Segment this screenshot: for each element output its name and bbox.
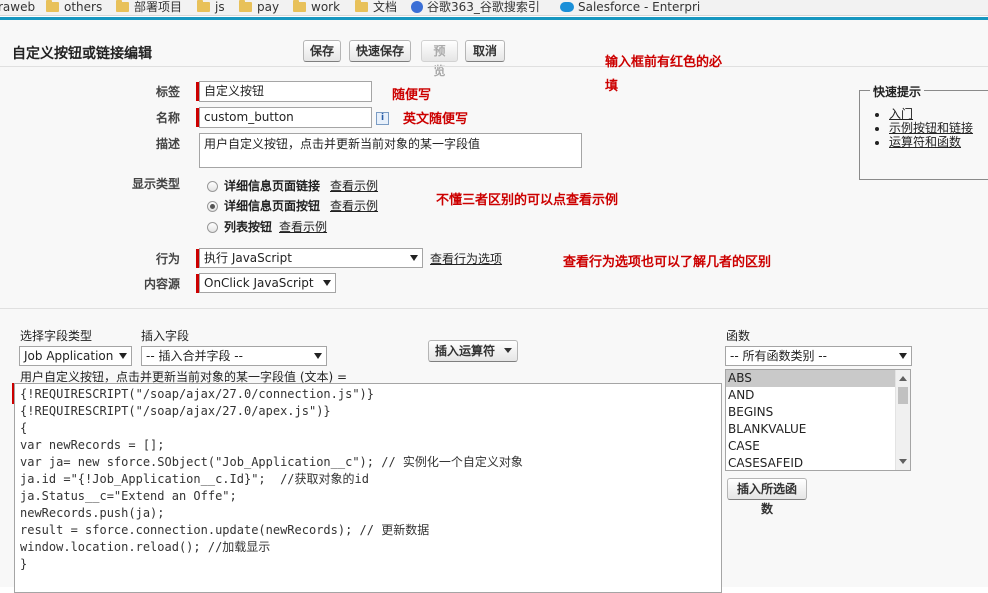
description-textarea[interactable]: 用户自定义按钮，点击并更新当前对象的某一字段值 [199,133,582,168]
quick-tips-list: 入门 示例按钮和链接 运算符和函数 [860,107,973,149]
code-line: {!REQUIRESCRIPT("/soap/ajax/27.0/apex.js… [20,404,331,418]
code-line: result = sforce.connection.update(newRec… [20,523,430,537]
function-item[interactable]: ABS [726,370,896,387]
chevron-down-icon [119,353,127,359]
annotation-name: 英文随便写 [403,112,469,127]
display-type-radio-detail-link[interactable] [207,181,218,192]
function-item[interactable]: BLANKVALUE [726,421,896,438]
chevron-down-icon [504,348,512,353]
annotation-behavior: 查看行为选项也可以了解几者的区别 [563,255,772,270]
insert-operator-button[interactable]: 插入运算符 [428,340,518,362]
section-divider [0,308,988,309]
annotation-display-type: 不懂三者区别的可以点查看示例 [436,193,619,208]
bookmark-google-363[interactable]: 谷歌363_谷歌搜索引 [411,0,540,15]
view-example-link[interactable]: 查看示例 [279,218,327,235]
bookmark-pay[interactable]: pay [239,0,279,15]
display-type-label: 显示类型 [131,177,180,191]
folder-icon [116,0,129,12]
page-title: 自定义按钮或链接编辑 [12,46,152,62]
bookmark-docs[interactable]: 文档 [355,0,397,15]
display-type-option-label: 详细信息页面按钮 [224,199,321,213]
scrollbar[interactable] [895,370,910,470]
code-line: var ja= new sforce.SObject("Job_Applicat… [20,455,523,469]
behavior-select[interactable]: 执行 JavaScript [199,248,423,268]
scrollbar-thumb[interactable] [898,387,908,404]
content-source-select[interactable]: OnClick JavaScript [199,273,336,293]
code-line: } [20,557,28,571]
info-icon[interactable]: i [376,112,389,125]
formula-editor[interactable]: {!REQUIRESCRIPT("/soap/ajax/27.0/connect… [14,383,722,593]
chevron-down-icon [323,280,331,286]
function-item[interactable]: CASESAFEID [726,455,896,470]
insert-field-label: 插入字段 [141,329,190,343]
code-line: window.location.reload(); //加载显示 [20,540,271,554]
cancel-button[interactable]: 取消 [465,40,505,62]
display-type-radio-list-button[interactable] [207,222,218,233]
name-input[interactable]: custom_button [199,107,372,128]
scroll-up-icon[interactable] [899,376,907,381]
code-line: ja.id ="{!Job_Application__c.Id}"; //获取对… [20,472,369,486]
code-line: ja.Status__c="Extend an Offe"; [20,489,237,503]
formula-code: {!REQUIRESCRIPT("/soap/ajax/27.0/connect… [20,386,523,573]
folder-icon [239,0,252,12]
function-item[interactable]: BEGINS [726,404,896,421]
function-item[interactable]: CASE [726,438,896,455]
folder-icon [197,0,210,12]
bookmark-js[interactable]: js [197,0,225,15]
bookmark-work[interactable]: work [293,0,340,15]
label-field-label: 标签 [155,85,180,99]
view-example-link[interactable]: 查看示例 [330,197,378,214]
chevron-down-icon [410,255,418,261]
field-type-label: 选择字段类型 [20,329,93,343]
quick-tips-title: 快速提示 [870,83,925,100]
bookmark-deploy-projects[interactable]: 部署项目 [116,0,182,15]
header-divider [0,66,988,67]
salesforce-icon [560,2,574,12]
display-type-option-label: 列表按钮 [224,220,273,234]
bookmark-raweb[interactable]: raweb [0,0,35,15]
chevron-down-icon [314,353,322,359]
annotation-required: 输入框前有红色的必 [605,55,723,70]
annotation-label: 随便写 [392,88,432,103]
quick-tip-item[interactable]: 示例按钮和链接 [889,121,973,135]
display-type-option-label: 详细信息页面链接 [224,179,321,193]
bookmark-salesforce[interactable]: Salesforce - Enterpri [560,0,700,15]
scroll-down-icon[interactable] [899,459,907,464]
quick-save-button[interactable]: 快速保存 [349,40,411,62]
code-line: {!REQUIRESCRIPT("/soap/ajax/27.0/connect… [20,387,375,401]
save-button[interactable]: 保存 [303,40,341,62]
view-example-link[interactable]: 查看示例 [330,177,378,194]
preview-button[interactable]: 预览 [421,40,458,78]
insert-field-select[interactable]: -- 插入合并字段 -- [141,346,327,366]
quick-tip-item[interactable]: 运算符和函数 [889,135,973,149]
folder-icon [355,0,368,12]
behavior-options-link[interactable]: 查看行为选项 [430,250,502,267]
display-type-radio-detail-button[interactable] [207,201,218,212]
content-source-field-label: 内容源 [143,277,180,291]
label-input[interactable]: 自定义按钮 [199,81,372,102]
function-category-select[interactable]: -- 所有函数类别 -- [725,346,912,366]
description-field-label: 描述 [155,137,180,151]
folder-icon [46,0,59,12]
quick-tips-box: 快速提示 入门 示例按钮和链接 运算符和函数 [859,83,988,180]
functions-list[interactable]: ABS AND BEGINS BLANKVALUE CASE CASESAFEI… [725,369,911,471]
annotation-required-cont: 填 [605,79,619,94]
chevron-down-icon [899,353,907,359]
insert-function-button[interactable]: 插入所选函数 [727,478,807,516]
folder-icon [293,0,306,12]
function-item[interactable]: AND [726,387,896,404]
field-type-select[interactable]: Job Application [19,346,132,366]
name-field-label: 名称 [155,111,180,125]
code-line: newRecords.push(ja); [20,506,165,520]
behavior-field-label: 行为 [155,252,180,266]
quick-tip-item[interactable]: 入门 [889,107,973,121]
code-line: { [20,421,28,435]
bookmark-others[interactable]: others [46,0,102,15]
code-line: var newRecords = []; [20,438,165,452]
functions-label: 函数 [726,329,751,343]
site-363-icon [411,1,423,13]
bookmarks-bar: raweb others 部署项目 js pay work 文档 谷歌363_谷… [0,0,988,16]
